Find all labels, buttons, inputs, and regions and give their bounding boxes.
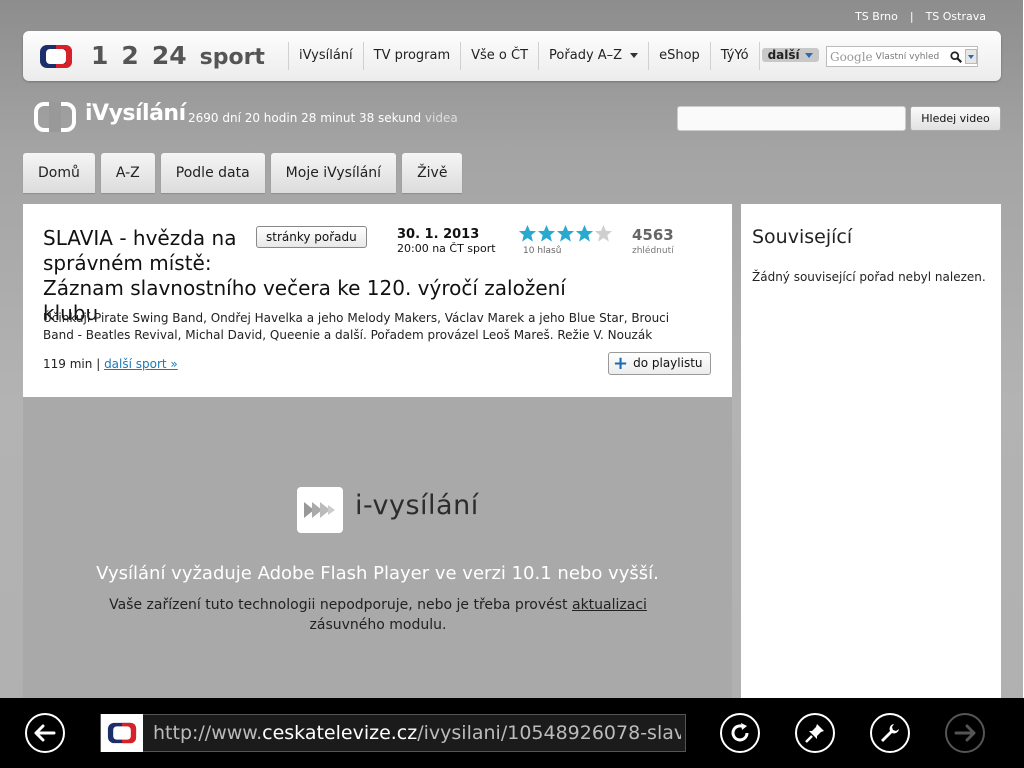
channel-1[interactable]: 1 <box>91 41 108 70</box>
more-sport-link[interactable]: další sport » <box>104 357 178 371</box>
vote-count: 10 hlasů <box>523 246 562 256</box>
tab-my-ivysilani[interactable]: Moje iVysílání <box>270 153 397 193</box>
flash-required-message: Vysílání vyžaduje Adobe Flash Player ve … <box>96 563 659 584</box>
view-count: 4563 <box>632 226 674 244</box>
google-brand: Google <box>830 49 873 64</box>
forward-button[interactable] <box>945 713 985 753</box>
arrow-left-icon <box>34 724 56 742</box>
air-date: 30. 1. 2013 <box>397 227 480 242</box>
tools-button[interactable] <box>870 713 910 753</box>
separator: | <box>909 10 914 23</box>
star-icon[interactable] <box>556 224 575 243</box>
program-description: Účinkují Pirate Swing Band, Ondřej Havel… <box>43 311 670 342</box>
ivysilani-title[interactable]: iVysílání <box>85 101 186 126</box>
chevron-down-icon <box>967 54 974 59</box>
star-empty-icon[interactable] <box>594 224 613 243</box>
title-line-1: SLAVIA - hvězda na <box>43 226 237 250</box>
ivysilani-logo-icon[interactable] <box>34 102 76 132</box>
program-meta: 119 min | další sport » <box>43 357 178 371</box>
chevron-down-icon <box>630 53 639 58</box>
star-icon[interactable] <box>575 224 594 243</box>
regional-links: TS Brno | TS Ostrava <box>855 10 986 23</box>
related-empty-text: Žádný související pořad nebyl nalezen. <box>752 270 986 284</box>
sub-end: zásuvného modulu. <box>309 617 447 633</box>
url-path: /ivysilani/10548926078-slavia- <box>417 722 681 744</box>
sub-text: Vaše zařízení tuto technologii nepodporu… <box>109 597 568 613</box>
google-search-placeholder: Vlastní vyhled <box>875 51 940 62</box>
title-line-2: správném místě: <box>43 251 212 275</box>
site-favicon-icon <box>101 714 143 752</box>
nav-more-label: další <box>767 48 800 62</box>
tab-a-z[interactable]: A-Z <box>100 153 155 193</box>
play-arrows-icon <box>304 502 335 518</box>
star-icon[interactable] <box>537 224 556 243</box>
tab-home[interactable]: Domů <box>23 153 95 193</box>
rating-stars[interactable] <box>518 224 613 243</box>
nav-vse-o-ct[interactable]: Vše o ČT <box>460 42 538 70</box>
video-player[interactable]: i-vysílání Vysílání vyžaduje Adobe Flash… <box>23 397 732 698</box>
address-bar[interactable]: http://www.ceskatelevize.cz/ivysilani/10… <box>100 714 686 752</box>
flash-sub-message: Vaše zařízení tuto technologii nepodporu… <box>78 595 678 635</box>
star-icon[interactable] <box>518 224 537 243</box>
update-plugin-link[interactable]: aktualizaci <box>572 597 647 613</box>
related-title: Související <box>752 226 853 248</box>
nav-links: iVysílání TV program Vše o ČT Pořady A–Z… <box>288 42 829 70</box>
channel-24[interactable]: 24 <box>152 41 187 70</box>
wrench-icon <box>881 724 899 742</box>
player-brand: i-vysílání <box>355 490 479 521</box>
program-page-button[interactable]: stránky pořadu <box>256 226 367 248</box>
google-search[interactable]: Google Vlastní vyhled <box>826 46 978 67</box>
url-prefix: http://www. <box>153 722 263 744</box>
add-to-playlist-button[interactable]: + do playlistu <box>608 352 711 375</box>
main-nav: 1 2 24 sport iVysílání TV program Vše o … <box>23 31 1001 81</box>
meta-separator: | <box>96 357 101 371</box>
refresh-button[interactable] <box>720 713 760 753</box>
ivysilani-player-logo-icon <box>297 487 343 533</box>
related-sidebar: Související Žádný související pořad neby… <box>741 204 1001 698</box>
search-options-dropdown[interactable] <box>964 49 978 64</box>
link-ts-ostrava[interactable]: TS Ostrava <box>926 10 986 23</box>
nav-ivysilani[interactable]: iVysílání <box>288 42 363 70</box>
tab-live[interactable]: Živě <box>402 153 463 193</box>
link-ts-brno[interactable]: TS Brno <box>855 10 898 23</box>
nav-eshop[interactable]: eShop <box>648 42 710 70</box>
arrow-right-icon <box>954 724 976 742</box>
nav-tyyo[interactable]: TýYó <box>709 42 759 70</box>
ivysilani-counter: 2690 dní 20 hodin 28 minut 38 sekund vid… <box>188 111 458 125</box>
url-text: http://www.ceskatelevize.cz/ivysilani/10… <box>153 722 681 744</box>
plus-icon: + <box>613 352 629 374</box>
pin-button[interactable] <box>795 713 835 753</box>
playlist-label: do playlistu <box>633 356 703 370</box>
view-count-label: zhlédnutí <box>632 246 674 256</box>
counter-suffix: videa <box>424 111 458 125</box>
url-domain: ceskatelevize.cz <box>262 722 418 744</box>
nav-more-button[interactable]: další <box>761 48 819 62</box>
nav-porady-az[interactable]: Pořady A–Z <box>538 42 648 70</box>
video-search-input[interactable] <box>677 106 906 131</box>
channel-sport[interactable]: sport <box>200 45 265 70</box>
air-time: 20:00 na ČT sport <box>397 242 496 255</box>
tab-by-date[interactable]: Podle data <box>160 153 265 193</box>
channel-links: 1 2 24 sport <box>91 41 265 70</box>
counter-value: 2690 dní 20 hodin 28 minut 38 sekund <box>188 111 422 125</box>
nav-tv-program[interactable]: TV program <box>362 42 460 70</box>
back-button[interactable] <box>25 713 65 753</box>
channel-2[interactable]: 2 <box>121 41 138 70</box>
pin-icon <box>805 724 824 743</box>
program-panel: SLAVIA - hvězda na správném místě: Zázna… <box>23 204 732 397</box>
tab-bar: Domů A-Z Podle data Moje iVysílání Živě <box>23 153 463 193</box>
browser-bar: http://www.ceskatelevize.cz/ivysilani/10… <box>0 698 1024 768</box>
ct-logo-icon[interactable] <box>39 44 73 69</box>
nav-porady-label: Pořady A–Z <box>549 48 623 63</box>
duration: 119 min <box>43 357 93 371</box>
search-icon[interactable] <box>950 50 963 64</box>
refresh-icon <box>731 723 749 742</box>
chevron-down-icon <box>804 53 813 58</box>
nav-more-wrap: další <box>758 42 829 70</box>
video-search-button[interactable]: Hledej video <box>910 106 1001 131</box>
